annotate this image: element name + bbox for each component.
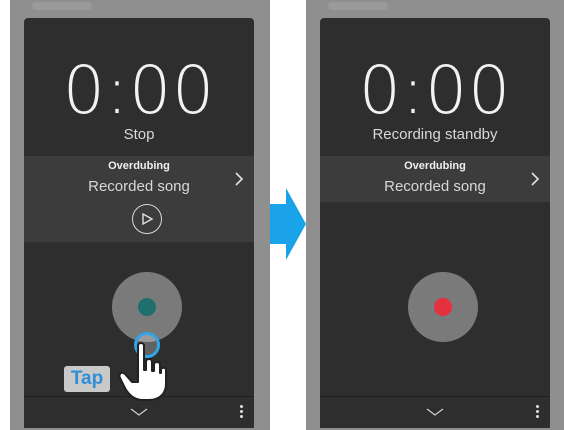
record-dot-standby <box>434 298 452 316</box>
bezel-decoration <box>328 2 388 10</box>
play-button[interactable] <box>132 204 162 234</box>
phone-before: 0:00 Stop Overdubing Recorded song Tap <box>10 0 270 430</box>
play-icon <box>142 213 154 225</box>
mode-label: Overdubing <box>108 160 170 172</box>
phone-after: 0:00 Recording standby Overdubing Record… <box>306 0 564 430</box>
bezel-decoration <box>32 2 92 10</box>
more-vertical-icon[interactable] <box>536 405 540 419</box>
chevron-right-icon[interactable] <box>232 170 246 188</box>
song-panel[interactable]: Overdubing Recorded song <box>24 156 254 242</box>
recorder-status: Recording standby <box>372 126 498 143</box>
recorder-screen-after: 0:00 Recording standby Overdubing Record… <box>320 18 550 428</box>
record-dot-stopped <box>138 298 156 316</box>
chevron-down-icon[interactable] <box>426 407 444 417</box>
timer-display: 0:00 <box>358 52 512 129</box>
bottom-bar <box>320 396 550 428</box>
chevron-right-icon[interactable] <box>528 170 542 188</box>
more-vertical-icon[interactable] <box>240 405 244 419</box>
tap-hand-icon <box>118 342 167 401</box>
song-name: Recorded song <box>88 178 190 195</box>
mode-label: Overdubing <box>404 160 466 172</box>
song-panel[interactable]: Overdubing Recorded song <box>320 156 550 202</box>
timer-display: 0:00 <box>62 52 216 129</box>
chevron-down-icon[interactable] <box>130 407 148 417</box>
tap-label: Tap <box>64 366 110 392</box>
transition-arrow-icon <box>270 188 306 260</box>
song-name: Recorded song <box>384 178 486 195</box>
recorder-status: Stop <box>123 126 155 143</box>
record-button[interactable] <box>408 272 478 342</box>
